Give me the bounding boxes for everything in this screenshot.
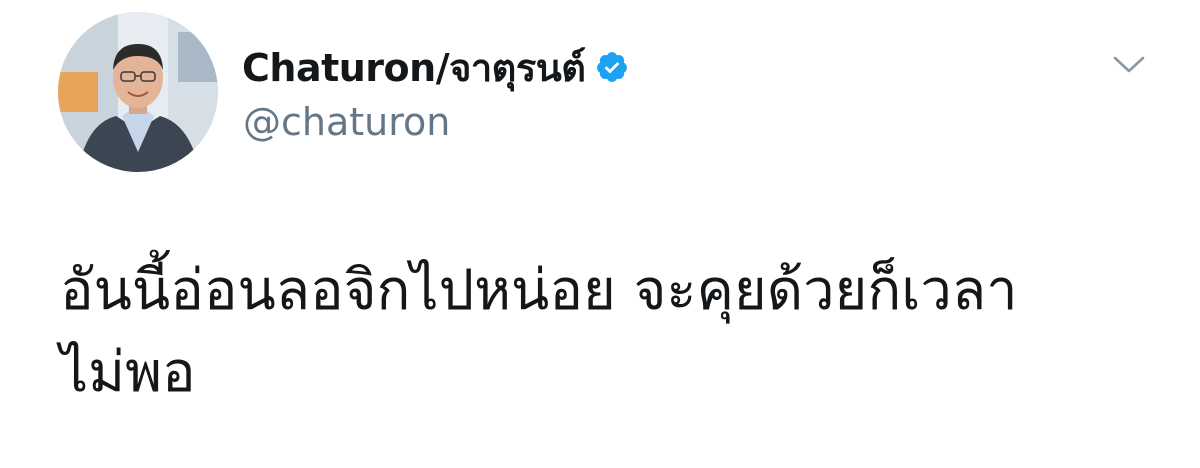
tweet-text-line: ไม่พอ bbox=[60, 340, 196, 405]
tweet-text: อันนี้อ่อนลอจิกไปหน่อย จะคุยด้วยก็เวลา ไ… bbox=[60, 250, 1160, 414]
chevron-down-icon[interactable] bbox=[1112, 50, 1146, 78]
user-handle[interactable]: @chaturon bbox=[243, 100, 450, 144]
tweet-card: Chaturon/จาตุรนต์ @chaturon อันนี้อ่อนลอ… bbox=[0, 0, 1200, 468]
avatar[interactable] bbox=[58, 12, 218, 172]
verified-badge-icon bbox=[595, 50, 629, 84]
profile-photo bbox=[58, 12, 218, 172]
display-name[interactable]: Chaturon/จาตุรนต์ bbox=[242, 37, 586, 98]
tweet-text-line: อันนี้อ่อนลอจิกไปหน่อย จะคุยด้วยก็เวลา bbox=[60, 258, 1018, 323]
author-name-row: Chaturon/จาตุรนต์ bbox=[242, 38, 629, 96]
